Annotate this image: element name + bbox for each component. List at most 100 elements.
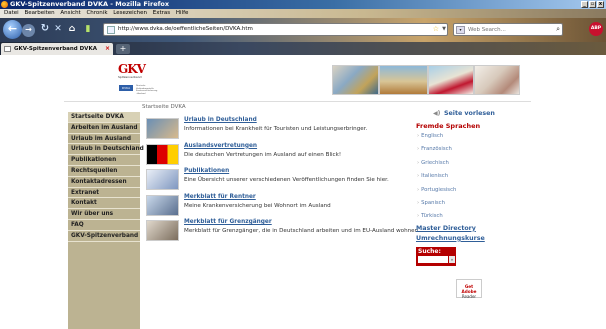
sidebar-item-publikationen[interactable]: Publikationen: [68, 155, 140, 166]
list-item: Merkblatt für Grenzgänger Merkblatt für …: [146, 219, 426, 245]
menu-datei[interactable]: Datei: [4, 10, 19, 16]
window-controls: _ ▫ x: [581, 1, 604, 8]
adobe-reader-badge[interactable]: Get Adobe Reader: [456, 279, 482, 299]
language-label: Italienisch: [421, 173, 449, 180]
menu-bearbeiten[interactable]: Bearbeiten: [24, 10, 54, 16]
language-label: Französisch: [421, 146, 452, 153]
language-link-turkish[interactable]: › Türkisch: [416, 210, 528, 223]
logo-mark: GKV: [118, 62, 146, 76]
site-search-button[interactable]: »: [449, 255, 455, 263]
arrow-icon: ›: [417, 173, 420, 180]
language-label: Portugiesisch: [421, 186, 457, 193]
currency-rates-link[interactable]: Umrechnungskurse: [416, 234, 528, 244]
entry-link[interactable]: Urlaub in Deutschland: [184, 117, 257, 123]
sidebar-nav: Startseite DVKA Arbeiten im Ausland Urla…: [68, 112, 144, 329]
menu-bar: Datei Bearbeiten Ansicht Chronik Lesezei…: [0, 9, 606, 18]
sidebar-item-urlaub-deutschland[interactable]: Urlaub in Deutschland: [68, 144, 144, 156]
list-item: Auslandsvertretungen Die deutschen Vertr…: [146, 143, 426, 169]
url-text[interactable]: http://www.dvka.de/oeffentlicheSeiten/DV…: [118, 24, 253, 35]
breadcrumb: Startseite DVKA: [142, 104, 186, 110]
header-photo-money: [332, 65, 379, 95]
entry-thumbnail[interactable]: [146, 169, 179, 191]
forward-arrow-icon[interactable]: →: [22, 24, 35, 37]
reload-icon[interactable]: ↻: [39, 23, 51, 35]
language-label: Griechisch: [421, 159, 449, 166]
right-column: ◀) Seite vorlesen Fremde Sprachen › Engli…: [416, 110, 528, 266]
new-tab-button[interactable]: +: [116, 44, 130, 54]
search-engine-icon[interactable]: ▾: [456, 26, 465, 34]
header-photo-doctor: [474, 65, 520, 95]
entry-link[interactable]: Auslandsvertretungen: [184, 143, 257, 149]
language-link-portuguese[interactable]: › Portugiesisch: [416, 184, 528, 197]
language-link-french[interactable]: › Französisch: [416, 143, 528, 156]
arrow-icon: ›: [417, 213, 420, 220]
menu-ansicht[interactable]: Ansicht: [60, 10, 80, 16]
sidebar-item-extranet[interactable]: Extranet: [68, 188, 140, 199]
bookmarks-icon[interactable]: ▮: [82, 23, 94, 35]
minimize-button[interactable]: _: [581, 1, 588, 8]
list-item: Merkblatt für Rentner Meine Krankenversi…: [146, 194, 426, 220]
maximize-button[interactable]: ▫: [589, 1, 596, 8]
sidebar-item-kontaktadressen[interactable]: Kontaktadressen: [68, 177, 140, 188]
adblock-icon[interactable]: ABP: [589, 22, 603, 36]
tab-gkv-dvka[interactable]: GKV-Spitzenverband DVKA ×: [1, 43, 113, 55]
page-viewport: GKV Spitzenverband DVKA Deutsche Verbind…: [0, 55, 606, 329]
header-photo-windmills: [379, 65, 428, 95]
sidebar-item-gkv[interactable]: GKV-Spitzenverband: [68, 231, 140, 242]
menu-hilfe[interactable]: Hilfe: [176, 10, 189, 16]
entry-thumbnail[interactable]: [146, 220, 179, 242]
menu-extras[interactable]: Extras: [153, 10, 170, 16]
arrow-icon: ›: [417, 199, 420, 206]
language-link-spanish[interactable]: › Spanisch: [416, 197, 528, 210]
sidebar-item-kontakt[interactable]: Kontakt: [68, 198, 140, 210]
search-input[interactable]: [468, 25, 548, 35]
entry-thumbnail[interactable]: [146, 118, 179, 139]
arrow-icon: ›: [417, 159, 420, 166]
sidebar-item-urlaub-ausland[interactable]: Urlaub im Ausland: [68, 134, 140, 145]
address-bar[interactable]: http://www.dvka.de/oeffentlicheSeiten/DV…: [103, 23, 448, 36]
sidebar-item-rechtsquellen[interactable]: Rechtsquellen: [68, 166, 140, 177]
window-title: GKV-Spitzenverband DVKA - Mozilla Firefo…: [10, 0, 170, 8]
site-search-input[interactable]: [418, 255, 448, 263]
logo-badge: DVKA: [119, 85, 133, 91]
firefox-icon: [1, 1, 8, 8]
logo[interactable]: GKV Spitzenverband DVKA Deutsche Verbind…: [106, 61, 158, 99]
sidebar-item-faq[interactable]: FAQ: [68, 220, 140, 231]
entry-description: Meine Krankenversicherung bei Wohnort im…: [184, 202, 331, 209]
entry-thumbnail[interactable]: [146, 143, 179, 165]
menu-lesezeichen[interactable]: Lesezeichen: [113, 10, 147, 16]
sidebar-item-wir-ueber-uns[interactable]: Wir über uns: [68, 209, 140, 220]
close-tab-icon[interactable]: ×: [105, 43, 110, 55]
language-label: Türkisch: [421, 213, 443, 220]
entry-thumbnail[interactable]: [146, 194, 179, 216]
stop-icon[interactable]: ✕: [52, 23, 64, 35]
entry-link[interactable]: Merkblatt für Rentner: [184, 194, 256, 200]
search-box[interactable]: ▾ ⌕: [453, 23, 563, 36]
sidebar-item-startseite[interactable]: Startseite DVKA: [68, 112, 140, 123]
magnifier-icon[interactable]: ⌕: [556, 24, 560, 35]
menu-chronik[interactable]: Chronik: [86, 10, 107, 16]
close-button[interactable]: x: [597, 1, 604, 8]
site-search-label: Suche:: [418, 247, 441, 255]
list-item: Urlaub in Deutschland Informationen bei …: [146, 117, 426, 143]
reader-badge-line2: Reader: [461, 294, 477, 299]
entry-link[interactable]: Publikationen: [184, 168, 229, 174]
sidebar-item-arbeiten[interactable]: Arbeiten im Ausland: [68, 123, 140, 134]
language-label: Englisch: [421, 133, 444, 139]
entry-link[interactable]: Merkblatt für Grenzgänger: [184, 219, 272, 225]
bookmark-star-icon[interactable]: ☆: [433, 24, 439, 35]
arrow-icon: ›: [417, 133, 420, 139]
page-icon: [107, 26, 115, 34]
navigation-toolbar: ← → ↻ ✕ ⌂ ▮ http://www.dvka.de/oeffentli…: [0, 18, 606, 42]
list-item: Publikationen Eine Übersicht unserer ver…: [146, 168, 426, 194]
read-aloud-link[interactable]: ◀) Seite vorlesen: [416, 110, 528, 122]
language-link-greek[interactable]: › Griechisch: [416, 157, 528, 170]
back-arrow-icon[interactable]: ←: [3, 20, 22, 39]
home-icon[interactable]: ⌂: [66, 23, 78, 35]
logo-subtitle: Deutsche Verbindungsstelle Krankenversic…: [136, 85, 158, 95]
language-link-english[interactable]: › Englisch: [416, 130, 528, 143]
language-link-italian[interactable]: › Italienisch: [416, 170, 528, 183]
read-aloud-label: Seite vorlesen: [444, 110, 495, 117]
master-directory-link[interactable]: Master Directory: [416, 224, 528, 234]
chevron-down-icon[interactable]: ▼: [442, 24, 446, 35]
